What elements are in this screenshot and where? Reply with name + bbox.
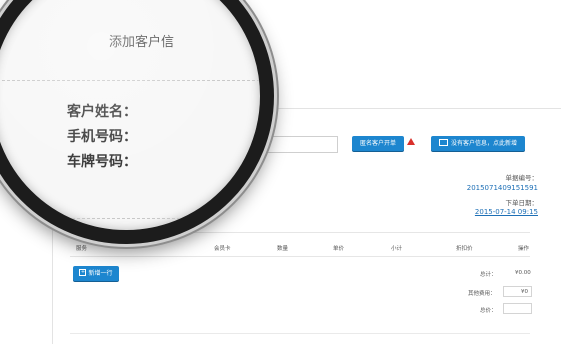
warning-icon bbox=[407, 138, 415, 145]
add-customer-title: 添加客户信 bbox=[109, 35, 175, 50]
panel-bottom-divider bbox=[70, 333, 530, 334]
phone-number-label: 手机号码： bbox=[67, 129, 137, 145]
other-fee-label: 其他费用： bbox=[468, 291, 496, 297]
lens-divider-bottom bbox=[0, 218, 260, 219]
magnifier-lens: 添加客户信 客户姓名： 手机号码： 车牌号码： bbox=[0, 0, 274, 244]
col-quantity: 数量 bbox=[277, 246, 289, 252]
anonymous-order-button[interactable]: 匿名客户开单 bbox=[352, 136, 404, 151]
col-member-card: 会员卡 bbox=[214, 246, 231, 252]
grand-total-label: 总价： bbox=[480, 308, 497, 314]
add-row-button[interactable]: + 新增一行 bbox=[73, 266, 119, 281]
add-row-label: 新增一行 bbox=[88, 270, 113, 277]
magnifier-content: 添加客户信 客户姓名： 手机号码： 车牌号码： bbox=[0, 0, 260, 230]
col-actions: 操作 bbox=[518, 246, 530, 252]
total-label: 总计： bbox=[480, 272, 497, 278]
col-service: 服务 bbox=[76, 246, 88, 252]
card-icon bbox=[438, 139, 448, 146]
col-subtotal: 小计 bbox=[391, 246, 403, 252]
plus-icon: + bbox=[79, 269, 87, 276]
customer-name-label: 客户姓名： bbox=[67, 104, 137, 120]
order-date-value[interactable]: 2015-07-14 09:15 bbox=[475, 208, 538, 216]
total-value: ¥0.00 bbox=[515, 270, 531, 276]
order-number-value: 2015071409151591 bbox=[466, 184, 538, 192]
anonymous-order-label: 匿名客户开单 bbox=[359, 140, 396, 147]
order-number-label: 单据编号： bbox=[505, 174, 539, 182]
new-customer-label: 没有客户信息，点此新增 bbox=[450, 140, 517, 147]
col-discount: 折扣价 bbox=[456, 246, 473, 252]
new-customer-button[interactable]: 没有客户信息，点此新增 bbox=[431, 136, 525, 151]
col-unit-price: 单价 bbox=[333, 246, 345, 252]
lens-divider-top bbox=[0, 80, 260, 81]
grand-total-input[interactable] bbox=[503, 303, 532, 314]
order-date-label: 下单日期： bbox=[505, 199, 539, 207]
plate-number-label: 车牌号码： bbox=[67, 154, 137, 170]
other-fee-input[interactable]: ¥0 bbox=[503, 286, 532, 297]
table-header-divider bbox=[70, 256, 530, 257]
